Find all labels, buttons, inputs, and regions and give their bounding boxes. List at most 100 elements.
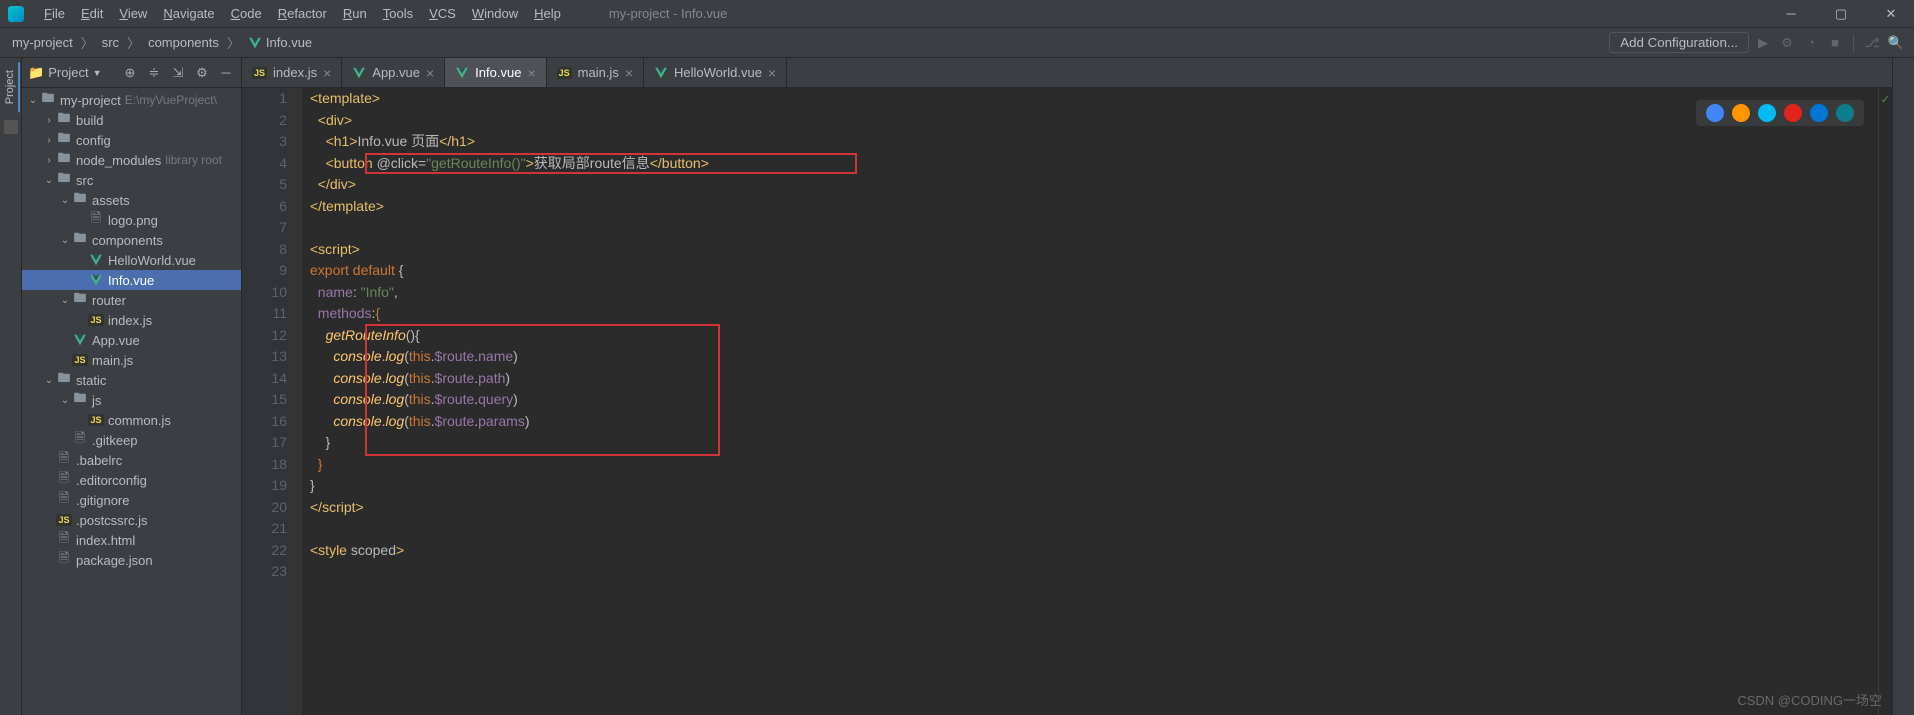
project-tool-tab[interactable]: Project [2,62,20,112]
expand-icon[interactable]: ≑ [145,64,163,82]
code-line[interactable]: console.log(this.$route.params) [310,411,1892,433]
breadcrumb-item[interactable]: Info.vue [244,33,316,52]
tree-item[interactable]: JSmain.js [22,350,241,370]
breadcrumb-item[interactable]: components [144,33,223,52]
add-configuration-button[interactable]: Add Configuration... [1609,32,1749,53]
tree-arrow-icon[interactable]: ⌄ [42,175,56,186]
hide-icon[interactable]: ─ [217,64,235,82]
tree-item[interactable]: JSindex.js [22,310,241,330]
browser-icon[interactable] [1784,104,1802,122]
chevron-down-icon[interactable]: ▼ [93,68,102,78]
project-tree[interactable]: ⌄🖿my-projectE:\myVueProject\›🖿build›🖿con… [22,88,241,715]
tree-item[interactable]: Info.vue [22,270,241,290]
tree-item[interactable]: 🗎index.html [22,530,241,550]
menu-tools[interactable]: Tools [375,4,421,23]
tree-item[interactable]: ⌄🖿static [22,370,241,390]
code-line[interactable]: <style scoped> [310,540,1892,562]
code-line[interactable]: console.log(this.$route.query) [310,389,1892,411]
menu-run[interactable]: Run [335,4,375,23]
tree-arrow-icon[interactable]: › [42,135,56,146]
git-icon[interactable]: ⎇ [1862,33,1882,53]
code-line[interactable]: <button @click="getRouteInfo()">获取局部rout… [310,153,1892,175]
menu-file[interactable]: File [36,4,73,23]
tree-item[interactable]: 🗎package.json [22,550,241,570]
editor-tab[interactable]: Info.vue× [445,58,546,87]
tree-arrow-icon[interactable]: ⌄ [58,395,72,406]
browser-icon[interactable] [1706,104,1724,122]
code-line[interactable]: </div> [310,174,1892,196]
menu-window[interactable]: Window [464,4,526,23]
collapse-icon[interactable]: ⇲ [169,64,187,82]
tree-item[interactable]: 🗎logo.png [22,210,241,230]
tree-item[interactable]: 🗎.gitignore [22,490,241,510]
code-line[interactable]: </script> [310,497,1892,519]
code-line[interactable]: export default { [310,260,1892,282]
menu-code[interactable]: Code [223,4,270,23]
editor-tab[interactable]: App.vue× [342,58,445,87]
tree-item[interactable]: ⌄🖿js [22,390,241,410]
tree-arrow-icon[interactable]: › [42,115,56,126]
code-line[interactable]: } [310,432,1892,454]
editor-tab[interactable]: JSindex.js× [242,58,342,87]
menu-view[interactable]: View [111,4,155,23]
stop-icon[interactable]: ■ [1825,33,1845,53]
maximize-button[interactable]: ▢ [1826,6,1856,22]
search-icon[interactable]: 🔍 [1886,33,1906,53]
browser-icon[interactable] [1836,104,1854,122]
close-tab-icon[interactable]: × [323,65,331,81]
code-line[interactable]: } [310,454,1892,476]
tree-arrow-icon[interactable]: ⌄ [42,375,56,386]
tree-item[interactable]: ⌄🖿src [22,170,241,190]
tree-item[interactable]: 🗎.babelrc [22,450,241,470]
tree-item[interactable]: ⌄🖿my-projectE:\myVueProject\ [22,90,241,110]
menu-help[interactable]: Help [526,4,569,23]
tree-item[interactable]: JScommon.js [22,410,241,430]
tree-item[interactable]: 🗎.gitkeep [22,430,241,450]
code-line[interactable] [310,217,1892,239]
code-line[interactable]: name: "Info", [310,282,1892,304]
menu-refactor[interactable]: Refactor [270,4,335,23]
tree-item[interactable]: ›🖿config [22,130,241,150]
tree-item[interactable]: ⌄🖿assets [22,190,241,210]
tree-item[interactable]: HelloWorld.vue [22,250,241,270]
code-line[interactable]: getRouteInfo(){ [310,325,1892,347]
editor-tab[interactable]: JSmain.js× [547,58,644,87]
browser-icon[interactable] [1810,104,1828,122]
menu-edit[interactable]: Edit [73,4,111,23]
close-button[interactable]: ✕ [1876,6,1906,22]
breadcrumb-item[interactable]: my-project [8,33,77,52]
code-line[interactable]: <h1>Info.vue 页面</h1> [310,131,1892,153]
locate-icon[interactable]: ⊕ [121,64,139,82]
tree-arrow-icon[interactable]: ⌄ [26,95,40,106]
browser-icon[interactable] [1758,104,1776,122]
browser-icon[interactable] [1732,104,1750,122]
code-editor[interactable]: 1234567891011121314151617181920212223 <t… [242,88,1892,715]
code-line[interactable]: methods:{ [310,303,1892,325]
code-line[interactable]: <script> [310,239,1892,261]
code-line[interactable]: </template> [310,196,1892,218]
code-content[interactable]: <template> <div> <h1>Info.vue 页面</h1> <b… [302,88,1892,715]
breadcrumb-item[interactable]: src [98,33,123,52]
minimize-button[interactable]: ─ [1776,6,1806,22]
code-line[interactable]: console.log(this.$route.path) [310,368,1892,390]
structure-tool-icon[interactable] [4,120,18,134]
code-line[interactable] [310,561,1892,583]
tree-item[interactable]: JS.postcssrc.js [22,510,241,530]
gear-icon[interactable]: ⚙ [193,64,211,82]
close-tab-icon[interactable]: × [768,65,776,81]
close-tab-icon[interactable]: × [426,65,434,81]
menu-vcs[interactable]: VCS [421,4,464,23]
code-line[interactable]: <div> [310,110,1892,132]
tree-item[interactable]: ›🖿node_moduleslibrary root [22,150,241,170]
code-line[interactable]: } [310,475,1892,497]
tree-item[interactable]: ⌄🖿components [22,230,241,250]
tree-arrow-icon[interactable]: ⌄ [58,195,72,206]
editor-tab[interactable]: HelloWorld.vue× [644,58,787,87]
coverage-icon[interactable]: ◔ [1801,33,1821,53]
tree-arrow-icon[interactable]: ⌄ [58,295,72,306]
debug-icon[interactable]: ⚙ [1777,33,1797,53]
close-tab-icon[interactable]: × [527,65,535,81]
tree-item[interactable]: App.vue [22,330,241,350]
tree-item[interactable]: ⌄🖿router [22,290,241,310]
run-icon[interactable]: ▶ [1753,33,1773,53]
